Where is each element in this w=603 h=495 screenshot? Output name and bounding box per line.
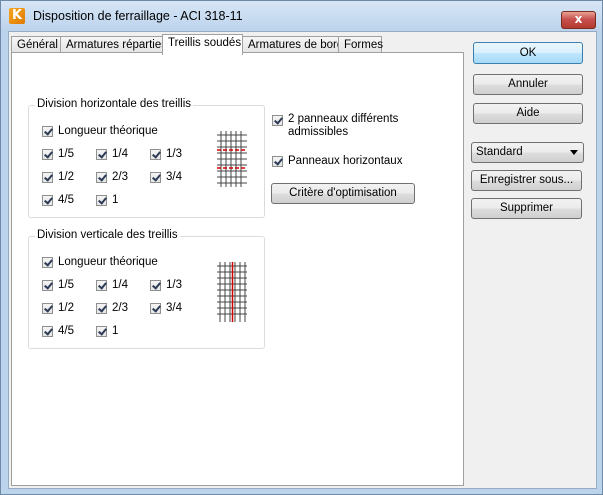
v-option-3-4[interactable]: 3/4 [150, 302, 182, 314]
checkbox-check-icon [96, 302, 107, 314]
h-option-1-3[interactable]: 1/3 [150, 148, 182, 160]
tab-armatures-de-bord[interactable]: Armatures de bord [242, 36, 343, 53]
tab-panel-treillis: Division horizontale des treillis Longue… [11, 52, 464, 486]
v-option-1-5[interactable]: 1/5 [42, 279, 74, 291]
checkbox-check-icon [42, 279, 53, 291]
h-option-1-5[interactable]: 1/5 [42, 148, 74, 160]
title-bar[interactable]: K Disposition de ferraillage - ACI 318-1… [1, 1, 602, 31]
checkbox-check-icon [272, 115, 283, 126]
preset-select-value: Standard [476, 146, 523, 158]
horizontal-group-label: Division horizontale des treillis [35, 98, 194, 110]
checkbox-check-icon [42, 148, 53, 160]
two-panels-checkbox[interactable]: 2 panneaux différents admissibles [272, 113, 398, 139]
v-option-1-3[interactable]: 1/3 [150, 279, 182, 291]
checkbox-check-icon [42, 256, 53, 268]
close-button[interactable]: x [561, 11, 596, 29]
window-title: Disposition de ferraillage - ACI 318-11 [33, 9, 243, 23]
horizontal-mesh-icon [217, 131, 247, 187]
v-option-2-3[interactable]: 2/3 [96, 302, 128, 314]
checkbox-check-icon [150, 279, 161, 291]
h-option-4-5[interactable]: 4/5 [42, 194, 74, 206]
checkbox-check-icon [150, 171, 161, 183]
horizontal-panels-checkbox[interactable]: Panneaux horizontaux [272, 155, 402, 167]
checkbox-check-icon [150, 302, 161, 314]
h-option-2-3[interactable]: 2/3 [96, 171, 128, 183]
tab-general[interactable]: Général [11, 36, 61, 53]
ok-button[interactable]: OK [473, 42, 583, 64]
optimization-criteria-button[interactable]: Critère d'optimisation [271, 183, 415, 204]
tab-treillis-soudes[interactable]: Treillis soudés [162, 34, 243, 55]
preset-select[interactable]: Standard [471, 142, 584, 163]
vertical-division-group: Division verticale des treillis Longueur… [28, 229, 265, 349]
two-panels-label-line2: admissibles [288, 126, 349, 138]
checkbox-check-icon [42, 325, 53, 337]
checkbox-check-icon [96, 148, 107, 160]
two-panels-label-line1: 2 panneaux différents [288, 113, 399, 125]
tab-armatures-reparties[interactable]: Armatures réparties [60, 36, 167, 53]
h-theoretical-checkbox[interactable]: Longueur théorique [42, 125, 158, 137]
v-option-1-2[interactable]: 1/2 [42, 302, 74, 314]
delete-button[interactable]: Supprimer [471, 198, 582, 219]
checkbox-check-icon [42, 125, 53, 137]
checkbox-check-icon [42, 302, 53, 314]
help-button[interactable]: Aide [473, 103, 583, 124]
cancel-button[interactable]: Annuler [473, 74, 583, 95]
vertical-group-label: Division verticale des treillis [35, 229, 180, 241]
h-option-1[interactable]: 1 [96, 194, 118, 206]
save-as-button[interactable]: Enregistrer sous... [471, 170, 582, 191]
app-logo-icon: K [9, 8, 25, 24]
h-option-3-4[interactable]: 3/4 [150, 171, 182, 183]
v-theoretical-checkbox[interactable]: Longueur théorique [42, 256, 158, 268]
checkbox-check-icon [96, 194, 107, 206]
checkbox-check-icon [96, 171, 107, 183]
tab-formes[interactable]: Formes [338, 36, 383, 53]
checkbox-check-icon [96, 325, 107, 337]
h-option-1-4[interactable]: 1/4 [96, 148, 128, 160]
checkbox-check-icon [96, 279, 107, 291]
v-option-4-5[interactable]: 4/5 [42, 325, 74, 337]
h-option-1-2[interactable]: 1/2 [42, 171, 74, 183]
v-option-1-4[interactable]: 1/4 [96, 279, 128, 291]
chevron-down-icon [570, 150, 578, 155]
checkbox-check-icon [42, 194, 53, 206]
dialog-window: K Disposition de ferraillage - ACI 318-1… [0, 0, 603, 495]
v-option-1[interactable]: 1 [96, 325, 118, 337]
horizontal-division-group: Division horizontale des treillis Longue… [28, 98, 265, 218]
vertical-mesh-icon [217, 262, 247, 322]
checkbox-check-icon [150, 148, 161, 160]
dialog-client-area: Général Armatures réparties Treillis sou… [8, 31, 597, 489]
checkbox-check-icon [272, 155, 283, 167]
checkbox-check-icon [42, 171, 53, 183]
